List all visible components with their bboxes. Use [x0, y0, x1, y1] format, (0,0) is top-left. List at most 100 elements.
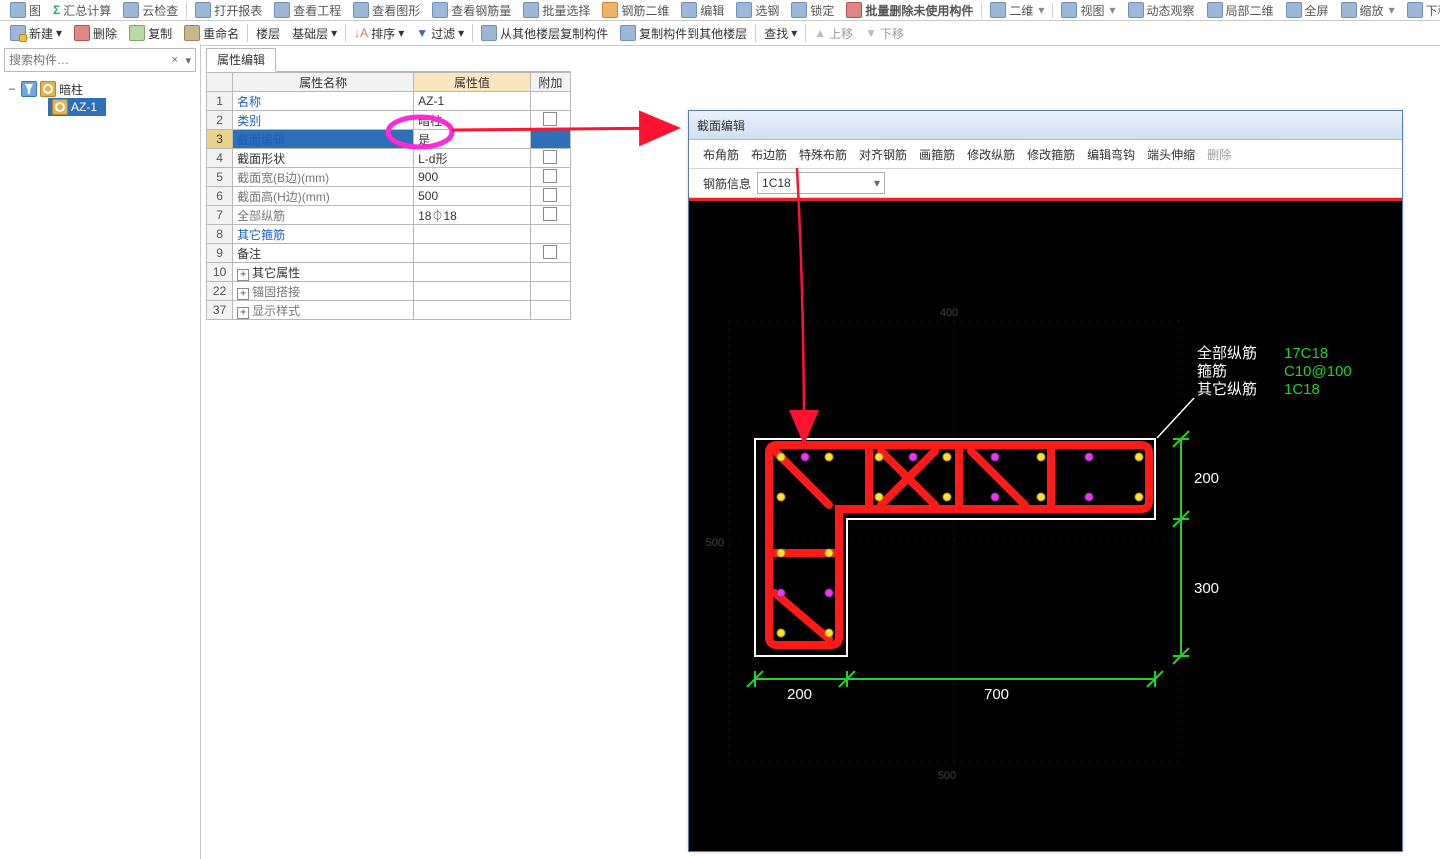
- prop-value[interactable]: 500: [414, 187, 531, 206]
- tool-8[interactable]: 端头伸缩: [1147, 146, 1195, 163]
- prop-extra[interactable]: [530, 168, 570, 187]
- find-button[interactable]: 查找▾: [758, 22, 803, 44]
- tool-5[interactable]: 修改纵筋: [967, 146, 1015, 163]
- tb-item-13[interactable]: 二维▾: [984, 1, 1050, 19]
- prop-extra[interactable]: [530, 225, 570, 244]
- prop-extra[interactable]: [530, 282, 570, 301]
- tb-item-0[interactable]: 图: [4, 1, 47, 19]
- new-button[interactable]: 新建▾: [4, 22, 68, 44]
- prop-value[interactable]: 是: [414, 130, 531, 149]
- prop-value[interactable]: [414, 282, 531, 301]
- search-drop-icon[interactable]: ▾: [182, 52, 196, 68]
- checkbox-icon[interactable]: [543, 207, 557, 221]
- prop-extra[interactable]: [530, 187, 570, 206]
- table-row[interactable]: 8其它箍筋: [207, 225, 571, 244]
- tree-item-az1[interactable]: AZ-1: [48, 98, 106, 116]
- tool-0[interactable]: 布角筋: [703, 146, 739, 163]
- prop-extra[interactable]: [530, 149, 570, 168]
- tree-item-label: AZ-1: [71, 100, 97, 114]
- tb-item-17[interactable]: 全屏: [1280, 1, 1335, 19]
- th-blank: [207, 73, 233, 92]
- table-row[interactable]: 7全部纵筋18⏀18: [207, 206, 571, 225]
- svg-text:400: 400: [940, 307, 958, 319]
- table-row[interactable]: 37+显示样式: [207, 301, 571, 320]
- tool-1[interactable]: 布边筋: [751, 146, 787, 163]
- tool-6[interactable]: 修改箍筋: [1027, 146, 1075, 163]
- rename-button[interactable]: 重命名: [178, 22, 245, 44]
- filter-button[interactable]: ▼过滤▾: [410, 22, 470, 44]
- search-box: × ▾: [4, 48, 196, 72]
- tool-7[interactable]: 编辑弯钩: [1087, 146, 1135, 163]
- copy-button[interactable]: 复制: [123, 22, 178, 44]
- checkbox-icon[interactable]: [543, 150, 557, 164]
- search-clear-icon[interactable]: ×: [168, 52, 182, 68]
- checkbox-icon[interactable]: [543, 245, 557, 259]
- prop-value[interactable]: [414, 244, 531, 263]
- sort-button[interactable]: ↓A排序▾: [348, 22, 410, 44]
- prop-extra[interactable]: [530, 206, 570, 225]
- tb-item-19[interactable]: 下移▾: [1401, 1, 1440, 19]
- prop-extra[interactable]: [530, 263, 570, 282]
- table-row[interactable]: 6截面高(H边)(mm)500: [207, 187, 571, 206]
- tb-item-11[interactable]: 锁定: [785, 1, 840, 19]
- prop-value[interactable]: 18⏀18: [414, 206, 531, 225]
- prop-extra[interactable]: [530, 111, 570, 130]
- checkbox-icon[interactable]: [543, 188, 557, 202]
- prop-extra[interactable]: [530, 244, 570, 263]
- prop-value[interactable]: AZ-1: [414, 92, 531, 111]
- expand-icon[interactable]: +: [237, 307, 249, 319]
- tool-4[interactable]: 画箍筋: [919, 146, 955, 163]
- ribbon-toolbar-2: 新建▾ 删除 复制 重命名 楼层 基础层▾ ↓A排序▾ ▼过滤▾ 从其他楼层复制…: [0, 21, 1440, 46]
- table-row[interactable]: 3截面编辑是: [207, 130, 571, 149]
- tb-item-16[interactable]: 局部二维: [1201, 1, 1280, 19]
- prop-value[interactable]: [414, 301, 531, 320]
- prop-value[interactable]: [414, 225, 531, 244]
- tab-property-edit[interactable]: 属性编辑: [206, 48, 276, 72]
- tool-3[interactable]: 对齐钢筋: [859, 146, 907, 163]
- tb-item-10[interactable]: 选钢: [730, 1, 785, 19]
- tb-item-5[interactable]: 查看图形: [347, 1, 426, 19]
- tb-item-3[interactable]: 打开报表: [189, 1, 268, 19]
- checkbox-icon[interactable]: [543, 169, 557, 183]
- table-row[interactable]: 4截面形状L-d形: [207, 149, 571, 168]
- prop-value[interactable]: [414, 263, 531, 282]
- copy-from-other-button[interactable]: 从其他楼层复制构件: [475, 22, 614, 44]
- tb-item-2[interactable]: 云检查: [117, 1, 184, 19]
- tool-2[interactable]: 特殊布筋: [799, 146, 847, 163]
- prop-extra[interactable]: [530, 130, 570, 149]
- copy-to-other-button[interactable]: 复制构件到其他楼层: [614, 22, 753, 44]
- tree-toggle-icon[interactable]: −: [6, 82, 18, 96]
- checkbox-icon[interactable]: [543, 112, 557, 126]
- table-row[interactable]: 22+锚固搭接: [207, 282, 571, 301]
- section-canvas[interactable]: 400 500 500: [689, 198, 1402, 851]
- tb-item-12[interactable]: 批量删除未使用构件: [840, 1, 979, 19]
- tree-root-row[interactable]: − 暗柱: [6, 80, 194, 98]
- prop-value[interactable]: 暗柱: [414, 111, 531, 130]
- table-row[interactable]: 1名称AZ-1: [207, 92, 571, 111]
- delete-button[interactable]: 删除: [68, 22, 123, 44]
- prop-value[interactable]: 900: [414, 168, 531, 187]
- tb-item-7[interactable]: 批量选择: [517, 1, 596, 19]
- expand-icon[interactable]: +: [237, 269, 249, 281]
- table-row[interactable]: 2类别暗柱: [207, 111, 571, 130]
- tb-item-18[interactable]: 缩放▾: [1335, 1, 1401, 19]
- tb-item-14[interactable]: 视图▾: [1055, 1, 1121, 19]
- tb-item-6[interactable]: 查看钢筋量: [426, 1, 517, 19]
- search-input[interactable]: [5, 51, 168, 69]
- tb-item-9[interactable]: 编辑: [675, 1, 730, 19]
- table-row[interactable]: 9备注: [207, 244, 571, 263]
- section-editor-titlebar[interactable]: 截面编辑: [689, 111, 1402, 140]
- tb-item-1[interactable]: Σ汇总计算: [47, 1, 117, 19]
- prop-extra[interactable]: [530, 92, 570, 111]
- base-floor-select[interactable]: 基础层▾: [286, 22, 343, 44]
- expand-icon[interactable]: +: [237, 288, 249, 300]
- tb-item-8[interactable]: 钢筋二维: [596, 1, 675, 19]
- prop-value[interactable]: L-d形: [414, 149, 531, 168]
- rebar-info-combo[interactable]: 1C18 ▾: [757, 172, 885, 194]
- prop-extra[interactable]: [530, 301, 570, 320]
- tb-item-4[interactable]: 查看工程: [268, 1, 347, 19]
- tb-item-15[interactable]: 动态观察: [1122, 1, 1201, 19]
- table-row[interactable]: 5截面宽(B边)(mm)900: [207, 168, 571, 187]
- table-row[interactable]: 10+其它属性: [207, 263, 571, 282]
- tree-root-label: 暗柱: [59, 81, 83, 98]
